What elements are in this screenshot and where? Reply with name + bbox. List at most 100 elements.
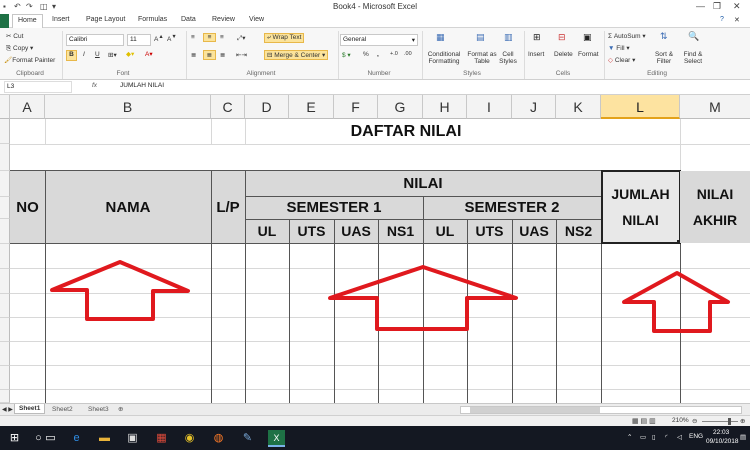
sheet-nav-icon[interactable]: ◀ ▶: [2, 406, 13, 413]
network-icon[interactable]: ▭: [640, 433, 646, 441]
conditional-formatting-button[interactable]: Conditional Formatting: [424, 51, 464, 65]
cells-group-label: Cells: [524, 70, 602, 77]
borders-icon[interactable]: ⊞▾: [108, 51, 117, 59]
font-group-label: Font: [62, 70, 184, 77]
comma-icon[interactable]: ,: [377, 51, 379, 58]
sheet-tab-3[interactable]: Sheet3: [88, 406, 109, 413]
decrease-decimal-icon[interactable]: .00: [404, 51, 412, 57]
file-explorer-icon[interactable]: ▬: [98, 432, 111, 445]
firefox-icon[interactable]: ◍: [212, 432, 225, 445]
language-indicator[interactable]: ENG: [689, 433, 703, 440]
fill-down-icon: ▼: [608, 45, 614, 52]
align-right-icon[interactable]: ≣: [220, 51, 225, 59]
align-left-icon[interactable]: ≣: [191, 51, 196, 59]
notifications-icon[interactable]: ▤: [740, 433, 746, 441]
clear-button[interactable]: ◇ Clear ▾: [608, 56, 635, 64]
tab-insert[interactable]: Insert: [52, 16, 70, 23]
number-format-value: General: [343, 36, 366, 43]
edge-icon[interactable]: e: [70, 432, 83, 445]
sheet-tab-2[interactable]: Sheet2: [52, 406, 73, 413]
restore-icon[interactable]: ❐: [713, 1, 721, 12]
font-grow-icon[interactable]: A▲: [154, 34, 164, 43]
formula-input[interactable]: JUMLAH NILAI: [118, 81, 748, 93]
minimize-icon[interactable]: —: [696, 1, 705, 11]
tray-chevron-icon[interactable]: ⌃: [627, 433, 632, 441]
cell-styles-button[interactable]: Cell Styles: [497, 51, 519, 65]
store-icon[interactable]: ▣: [126, 432, 139, 445]
font-color-icon[interactable]: A▾: [145, 50, 153, 58]
number-format-select[interactable]: General▾: [340, 34, 418, 46]
fx-icon[interactable]: fx: [92, 82, 97, 89]
zoom-slider[interactable]: [702, 421, 738, 422]
alignment-group-label: Alignment: [186, 70, 336, 77]
align-center-icon[interactable]: ≣: [203, 50, 216, 60]
indent-icon[interactable]: ⇤⇥: [236, 51, 247, 59]
excel-taskbar-icon[interactable]: X: [268, 430, 285, 447]
tab-home[interactable]: Home: [12, 14, 43, 29]
increase-decimal-icon[interactable]: +.0: [390, 51, 398, 57]
notepad-icon[interactable]: ✎: [241, 432, 254, 445]
gift-icon[interactable]: ▦: [155, 432, 168, 445]
sort-filter-button[interactable]: Sort & Filter: [652, 51, 676, 65]
tab-page-layout[interactable]: Page Layout: [86, 16, 125, 23]
zoom-slider-thumb[interactable]: [728, 418, 731, 425]
zoom-in-icon[interactable]: ⊕: [740, 417, 745, 425]
find-select-button[interactable]: Find & Select: [680, 51, 706, 65]
autosum-button[interactable]: Σ AutoSum ▾: [608, 32, 646, 40]
ribbon-close-icon[interactable]: ✕: [734, 16, 740, 24]
font-size-select[interactable]: 11: [127, 34, 151, 46]
format-as-table-button[interactable]: Format as Table: [467, 51, 497, 65]
format-button[interactable]: Format: [578, 51, 599, 58]
window-title: Book4 - Microsoft Excel: [0, 2, 750, 11]
new-sheet-icon[interactable]: ⊕: [118, 405, 123, 413]
merge-center-button[interactable]: ⊟ Merge & Center ▾: [264, 50, 328, 60]
task-view-icon[interactable]: ▭: [44, 432, 57, 445]
format-painter-button[interactable]: 🖌Format Painter: [4, 56, 55, 64]
zoom-level[interactable]: 210%: [672, 417, 689, 424]
scrollbar-thumb[interactable]: [470, 407, 600, 413]
percent-icon[interactable]: %: [363, 51, 369, 58]
start-icon[interactable]: ⊞: [8, 432, 21, 445]
name-box[interactable]: L3: [4, 81, 72, 93]
clock-date[interactable]: 09/10/2018: [706, 438, 739, 445]
tab-review[interactable]: Review: [212, 16, 235, 23]
copy-label: Copy: [13, 45, 28, 52]
view-buttons[interactable]: ▦ ▤ ▥: [632, 417, 656, 425]
sheet-tab-1[interactable]: Sheet1: [14, 404, 45, 414]
help-icon[interactable]: ?: [720, 16, 724, 23]
align-middle-icon[interactable]: ≡: [203, 33, 216, 42]
wifi-icon[interactable]: ◜: [665, 433, 668, 441]
tab-view[interactable]: View: [249, 16, 264, 23]
insert-cells-icon: ⊞: [533, 32, 541, 43]
clipboard-group-label: Clipboard: [0, 70, 60, 77]
zoom-out-icon[interactable]: ⊖: [692, 417, 697, 425]
font-shrink-icon[interactable]: A▼: [167, 34, 177, 43]
bold-button[interactable]: B: [66, 50, 77, 61]
orientation-icon[interactable]: ⤢▾: [237, 34, 245, 43]
copy-button[interactable]: ⎘ Copy ▾: [6, 44, 33, 53]
volume-icon[interactable]: ◁: [677, 433, 682, 441]
file-tab[interactable]: [0, 14, 9, 28]
tab-formulas[interactable]: Formulas: [138, 16, 167, 23]
fill-color-icon[interactable]: ◆▾: [126, 50, 134, 58]
wrap-text-button[interactable]: ⤶ Wrap Text: [264, 33, 304, 43]
chrome-icon[interactable]: ◉: [183, 432, 196, 445]
title-bar: ▪ ↶ ↷ ◫ ▾ Book4 - Microsoft Excel — ❐ ✕: [0, 0, 750, 14]
delete-button[interactable]: Delete: [554, 51, 573, 58]
tab-data[interactable]: Data: [181, 16, 196, 23]
scissors-icon: ✂: [6, 33, 11, 40]
currency-icon[interactable]: $ ▾: [342, 51, 351, 59]
clock-time[interactable]: 22:03: [713, 429, 729, 436]
underline-button[interactable]: U: [95, 51, 100, 58]
close-icon[interactable]: ✕: [733, 1, 741, 12]
formula-bar: L3 fx JUMLAH NILAI: [0, 80, 750, 95]
align-top-icon[interactable]: ≡: [191, 34, 195, 41]
battery-icon[interactable]: ▯: [652, 433, 656, 441]
italic-button[interactable]: I: [83, 51, 85, 58]
cut-button[interactable]: ✂ Cut: [6, 32, 23, 40]
insert-button[interactable]: Insert: [528, 51, 544, 58]
align-bottom-icon[interactable]: ≡: [220, 34, 224, 41]
font-name-select[interactable]: Calibri: [66, 34, 124, 46]
fill-button[interactable]: ▼ Fill ▾: [608, 44, 630, 52]
spreadsheet-grid: A B C D E F G H I J K L M: [0, 95, 750, 403]
